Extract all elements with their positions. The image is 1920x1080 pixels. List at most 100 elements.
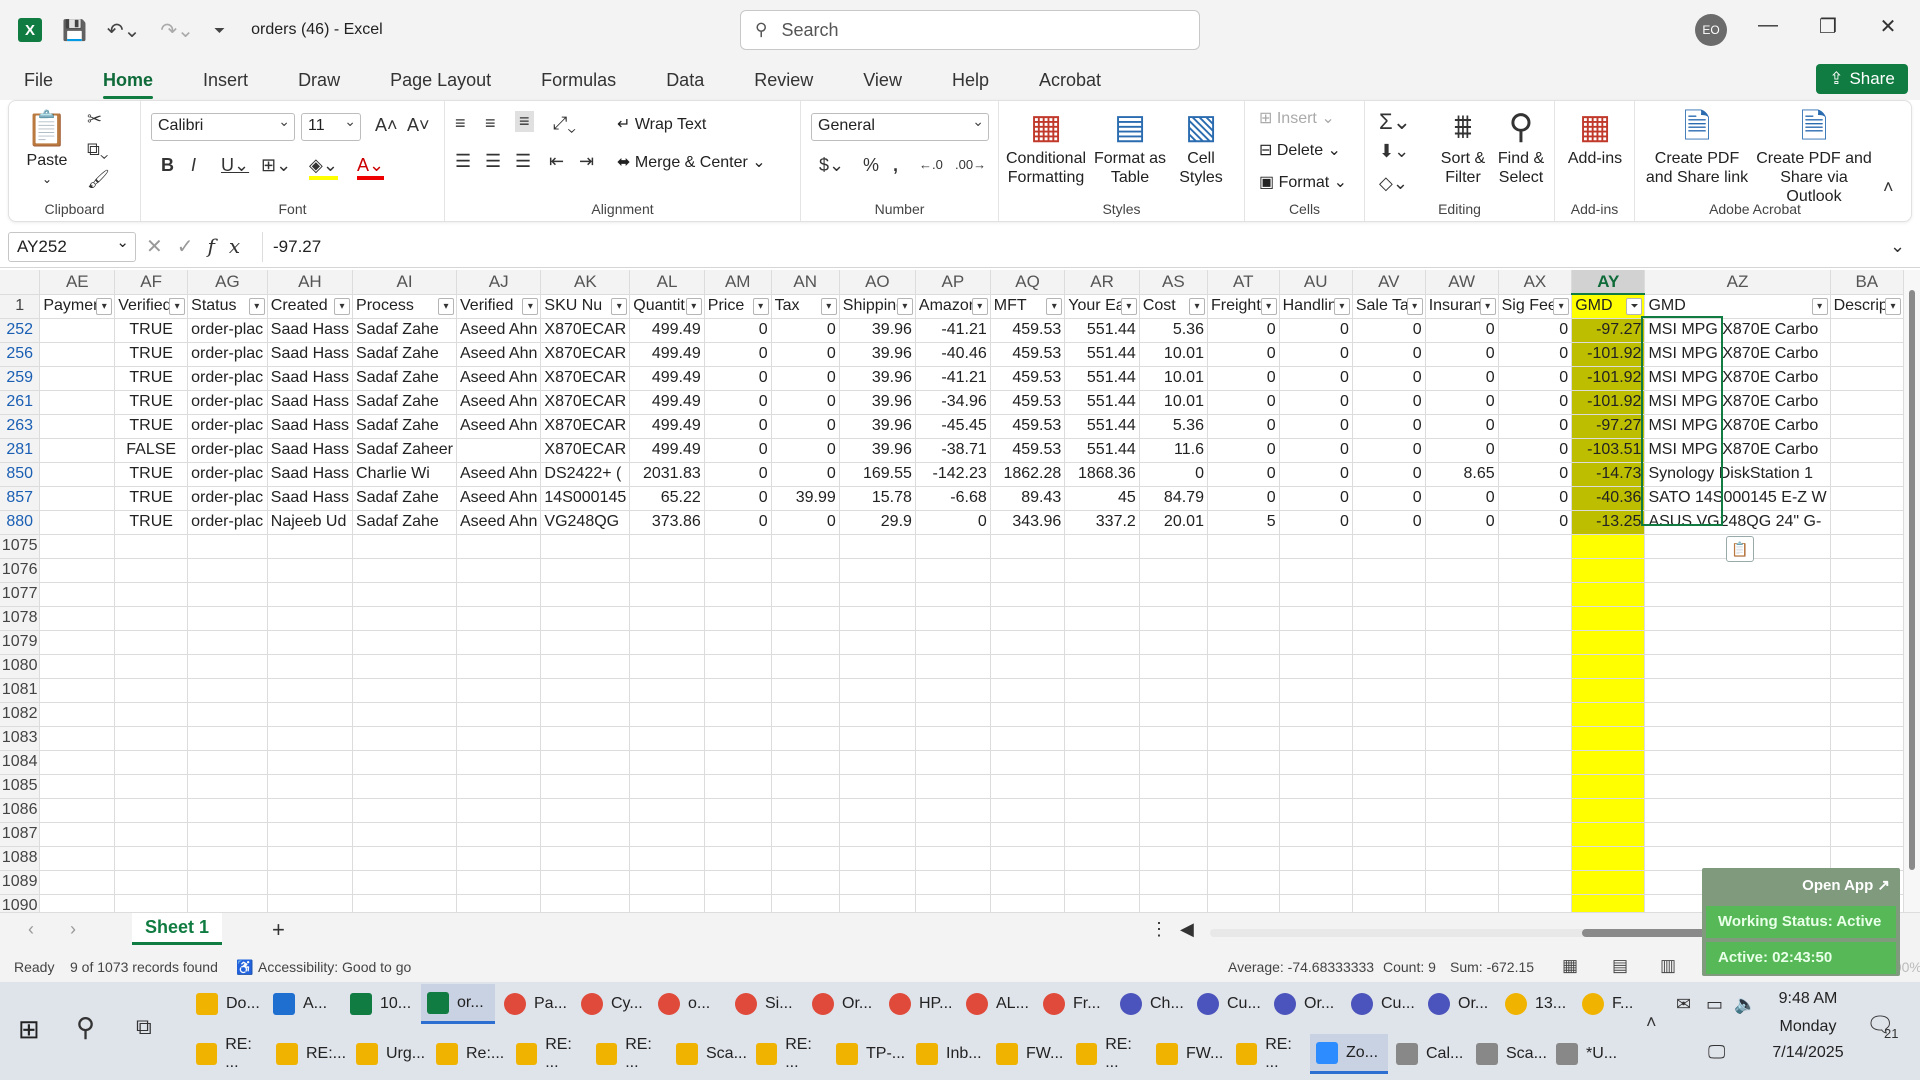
table-cell[interactable] <box>1644 582 1831 607</box>
table-cell[interactable] <box>456 798 542 823</box>
table-cell[interactable] <box>187 870 268 895</box>
table-cell[interactable] <box>771 870 840 895</box>
share-button[interactable]: ⇪ Share <box>1816 64 1908 94</box>
taskbar-window[interactable]: RE: ... <box>750 1034 828 1074</box>
table-cell[interactable] <box>1064 798 1140 823</box>
taskbar-window[interactable]: RE: ... <box>1070 1034 1148 1074</box>
row-header[interactable]: 1076 <box>0 558 41 583</box>
table-cell[interactable]: Aseed Ahn <box>456 318 542 343</box>
table-cell[interactable]: 499.49 <box>629 414 705 439</box>
table-cell[interactable] <box>704 894 772 912</box>
table-cell[interactable] <box>629 534 705 559</box>
table-cell[interactable] <box>1064 558 1140 583</box>
table-cell[interactable] <box>1498 774 1573 799</box>
taskbar-app[interactable]: Cu... <box>1191 984 1265 1024</box>
table-cell[interactable] <box>839 822 916 847</box>
table-cell[interactable]: 0 <box>1207 342 1280 367</box>
taskbar-app[interactable]: Cu... <box>1345 984 1419 1024</box>
table-cell[interactable]: 551.44 <box>1064 318 1140 343</box>
table-cell[interactable] <box>771 582 840 607</box>
create-pdf-outlook-button[interactable]: 🗎 Create PDF and Share via Outlook <box>1755 105 1873 206</box>
table-cell[interactable]: 499.49 <box>629 366 705 391</box>
table-cell[interactable]: 373.86 <box>629 510 705 535</box>
table-cell[interactable]: MSI MPG X870E Carbo <box>1644 318 1831 343</box>
table-cell[interactable] <box>1207 606 1280 631</box>
table-cell[interactable]: 0 <box>1207 318 1280 343</box>
table-cell[interactable]: 5.36 <box>1139 414 1208 439</box>
table-cell[interactable]: Najeeb Ud <box>267 510 354 535</box>
table-cell[interactable] <box>1207 774 1280 799</box>
table-cell[interactable] <box>39 366 116 391</box>
table-cell[interactable] <box>540 846 631 871</box>
table-cell[interactable] <box>39 510 116 535</box>
table-cell[interactable] <box>456 822 542 847</box>
table-cell[interactable] <box>1279 654 1353 679</box>
table-cell[interactable] <box>267 678 354 703</box>
table-cell[interactable] <box>187 822 268 847</box>
filter-dropdown-icon[interactable]: ▾ <box>1479 297 1496 315</box>
column-header[interactable]: AE <box>39 270 116 295</box>
table-cell[interactable] <box>629 630 705 655</box>
table-cell[interactable] <box>1279 534 1353 559</box>
taskbar-window[interactable]: Sca... <box>670 1034 748 1074</box>
table-cell[interactable] <box>915 630 991 655</box>
table-cell[interactable]: 0 <box>704 414 772 439</box>
table-cell[interactable] <box>704 726 772 751</box>
row-header[interactable]: 252 <box>0 318 41 343</box>
filter-dropdown-icon[interactable]: ▾ <box>1046 297 1063 315</box>
table-cell[interactable] <box>1830 510 1904 535</box>
table-cell[interactable] <box>1571 654 1646 679</box>
table-cell[interactable] <box>1279 558 1353 583</box>
table-cell[interactable] <box>1279 702 1353 727</box>
table-cell[interactable] <box>456 630 542 655</box>
table-cell[interactable] <box>915 726 991 751</box>
filter-dropdown-icon[interactable]: ▾ <box>820 297 837 315</box>
table-cell[interactable] <box>1571 750 1646 775</box>
vertical-scrollbar[interactable] <box>1904 270 1920 912</box>
table-cell[interactable] <box>187 678 268 703</box>
table-cell[interactable] <box>990 870 1066 895</box>
table-cell[interactable]: -13.25 <box>1571 510 1646 535</box>
table-cell[interactable]: -40.46 <box>915 342 991 367</box>
table-cell[interactable] <box>771 822 840 847</box>
table-cell[interactable] <box>1139 630 1208 655</box>
decrease-indent-icon[interactable]: ⇤ <box>549 151 564 172</box>
table-cell[interactable] <box>1830 606 1904 631</box>
table-cell[interactable] <box>1279 726 1353 751</box>
filter-dropdown-icon[interactable]: ▾ <box>169 297 186 315</box>
header-cell[interactable]: Process ▾ <box>352 294 457 319</box>
font-color-icon[interactable]: A⌄ <box>357 155 385 180</box>
taskbar-app[interactable]: Or... <box>1422 984 1496 1024</box>
font-size-select[interactable]: 11 <box>301 113 361 141</box>
table-cell[interactable] <box>1498 582 1573 607</box>
table-cell[interactable] <box>114 534 189 559</box>
table-cell[interactable] <box>1064 870 1140 895</box>
table-cell[interactable] <box>267 774 354 799</box>
clear-icon[interactable]: ◇⌄ <box>1379 173 1408 194</box>
taskbar-app[interactable]: HP... <box>883 984 957 1024</box>
table-cell[interactable] <box>1830 774 1904 799</box>
table-cell[interactable] <box>352 654 457 679</box>
table-cell[interactable]: -41.21 <box>915 318 991 343</box>
table-cell[interactable]: 0 <box>1279 414 1353 439</box>
table-cell[interactable] <box>1064 846 1140 871</box>
taskbar-window[interactable]: Zo... <box>1310 1034 1388 1074</box>
table-cell[interactable] <box>1279 798 1353 823</box>
filter-dropdown-icon[interactable]: ▾ <box>96 297 113 315</box>
align-middle-icon[interactable]: ≡ <box>485 113 496 134</box>
table-cell[interactable] <box>39 702 116 727</box>
windows-start-icon[interactable]: ⊞ <box>18 1014 40 1045</box>
table-cell[interactable] <box>704 702 772 727</box>
taskbar-window[interactable]: FW... <box>1150 1034 1228 1074</box>
table-cell[interactable] <box>187 534 268 559</box>
table-cell[interactable] <box>1352 702 1426 727</box>
table-cell[interactable] <box>187 654 268 679</box>
table-cell[interactable] <box>114 678 189 703</box>
clock-time[interactable]: 9:48 AM <box>1760 990 1856 1008</box>
table-cell[interactable] <box>267 798 354 823</box>
taskbar-window[interactable]: Cal... <box>1390 1034 1468 1074</box>
table-cell[interactable] <box>187 894 268 912</box>
filter-dropdown-icon[interactable]: ▾ <box>334 297 351 315</box>
table-cell[interactable]: 0 <box>1425 342 1499 367</box>
volume-icon[interactable]: 🔈 <box>1734 994 1756 1015</box>
